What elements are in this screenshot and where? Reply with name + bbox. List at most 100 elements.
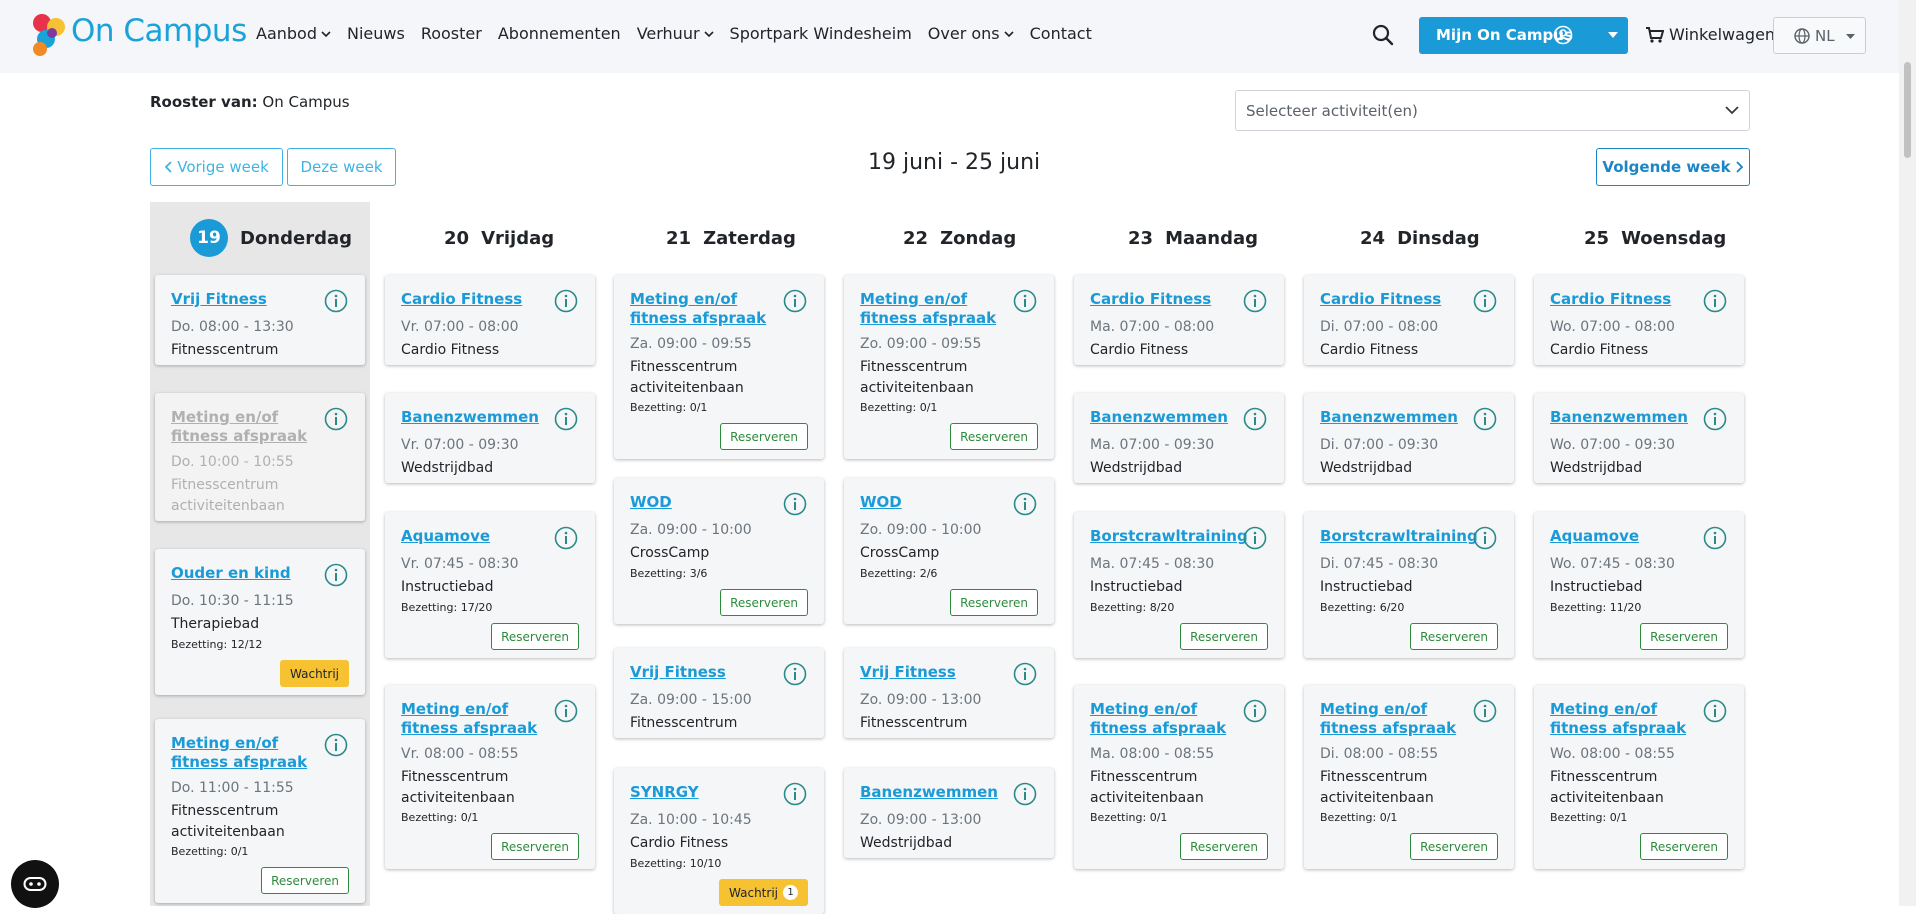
- info-icon[interactable]: [324, 563, 348, 587]
- activity-card[interactable]: Borstcrawltraining Ma. 07:45 - 08:30 Instr…: [1074, 512, 1284, 658]
- nav-item-sportpark-windesheim[interactable]: Sportpark Windesheim: [730, 24, 912, 43]
- waitlist-button[interactable]: Wachtrij: [280, 660, 349, 687]
- nav-item-contact[interactable]: Contact: [1030, 24, 1092, 43]
- language-select[interactable]: NL: [1773, 17, 1866, 54]
- this-week-button[interactable]: Deze week: [287, 148, 396, 186]
- activity-card[interactable]: Meting en/of fitness afspraak Vr. 08:00 -…: [385, 685, 595, 869]
- activity-card[interactable]: Meting en/of fitness afspraak Ma. 08:00 -…: [1074, 685, 1284, 869]
- info-icon[interactable]: [1703, 699, 1727, 723]
- info-icon[interactable]: [1243, 526, 1267, 550]
- activity-card[interactable]: Meting en/of fitness afspraak Di. 08:00 -…: [1304, 685, 1514, 869]
- activity-title-link[interactable]: Banenzwemmen: [1320, 408, 1470, 427]
- activity-card[interactable]: Vrij Fitness Do. 08:00 - 13:30 Fitnesscent…: [155, 275, 365, 365]
- activity-card[interactable]: Aquamove Vr. 07:45 - 08:30 Instructiebad Be…: [385, 512, 595, 658]
- next-week-button[interactable]: Volgende week: [1596, 148, 1750, 186]
- info-icon[interactable]: [1703, 289, 1727, 313]
- info-icon[interactable]: [554, 289, 578, 313]
- info-icon[interactable]: [783, 289, 807, 313]
- reserve-button[interactable]: Reserveren: [950, 423, 1038, 450]
- activity-card[interactable]: Meting en/of fitness afspraak Do. 10:00 -…: [155, 393, 365, 521]
- nav-item-verhuur[interactable]: Verhuur: [637, 24, 714, 43]
- info-icon[interactable]: [1013, 492, 1037, 516]
- activity-card[interactable]: WOD Za. 09:00 - 10:00 CrossCamp Bezetting: …: [614, 478, 824, 624]
- activity-card[interactable]: Meting en/of fitness afspraak Za. 09:00 -…: [614, 275, 824, 459]
- reserve-button[interactable]: Reserveren: [1640, 833, 1728, 860]
- activity-card[interactable]: Meting en/of fitness afspraak Do. 11:00 -…: [155, 719, 365, 903]
- chat-widget-button[interactable]: [11, 860, 59, 908]
- activity-title-link[interactable]: Meting en/of fitness afspraak: [171, 408, 321, 446]
- activity-title-link[interactable]: Cardio Fitness: [1090, 290, 1240, 309]
- activity-title-link[interactable]: Banenzwemmen: [1090, 408, 1240, 427]
- scrollbar-thumb[interactable]: [1904, 62, 1911, 158]
- info-icon[interactable]: [324, 407, 348, 431]
- activity-card[interactable]: Banenzwemmen Di. 07:00 - 09:30 Wedstrijdba…: [1304, 393, 1514, 483]
- activity-title-link[interactable]: WOD: [630, 493, 780, 512]
- reserve-button[interactable]: Reserveren: [950, 589, 1038, 616]
- info-icon[interactable]: [783, 662, 807, 686]
- activity-title-link[interactable]: SYNRGY: [630, 783, 780, 802]
- activity-card[interactable]: WOD Zo. 09:00 - 10:00 CrossCamp Bezetting: …: [844, 478, 1054, 624]
- reserve-button[interactable]: Reserveren: [1640, 623, 1728, 650]
- activity-title-link[interactable]: Borstcrawltraining: [1320, 527, 1478, 546]
- nav-item-abonnementen[interactable]: Abonnementen: [498, 24, 621, 43]
- previous-week-button[interactable]: Vorige week: [150, 148, 283, 186]
- activity-title-link[interactable]: Cardio Fitness: [1550, 290, 1700, 309]
- reserve-button[interactable]: Reserveren: [261, 867, 349, 894]
- activity-title-link[interactable]: Meting en/of fitness afspraak: [630, 290, 780, 328]
- chevron-down-icon[interactable]: [1608, 32, 1618, 38]
- activity-title-link[interactable]: Vrij Fitness: [171, 290, 321, 309]
- activity-title-link[interactable]: Banenzwemmen: [1550, 408, 1700, 427]
- activity-title-link[interactable]: Vrij Fitness: [860, 663, 1010, 682]
- activity-title-link[interactable]: Meting en/of fitness afspraak: [1320, 700, 1470, 738]
- activity-card[interactable]: Banenzwemmen Wo. 07:00 - 09:30 Wedstrijdba…: [1534, 393, 1744, 483]
- activity-title-link[interactable]: Aquamove: [401, 527, 551, 546]
- reserve-button[interactable]: Reserveren: [1410, 623, 1498, 650]
- info-icon[interactable]: [1473, 699, 1497, 723]
- reserve-button[interactable]: Reserveren: [1180, 833, 1268, 860]
- info-icon[interactable]: [324, 289, 348, 313]
- activity-card[interactable]: Meting en/of fitness afspraak Wo. 08:00 -…: [1534, 685, 1744, 869]
- info-icon[interactable]: [554, 699, 578, 723]
- info-icon[interactable]: [1013, 289, 1037, 313]
- info-icon[interactable]: [1703, 407, 1727, 431]
- reserve-button[interactable]: Reserveren: [491, 833, 579, 860]
- info-icon[interactable]: [1473, 289, 1497, 313]
- activity-title-link[interactable]: Vrij Fitness: [630, 663, 780, 682]
- activity-card[interactable]: Cardio Fitness Vr. 07:00 - 08:00 Cardio Fi…: [385, 275, 595, 365]
- activity-title-link[interactable]: Meting en/of fitness afspraak: [1550, 700, 1700, 738]
- info-icon[interactable]: [1243, 289, 1267, 313]
- info-icon[interactable]: [1243, 407, 1267, 431]
- activity-title-link[interactable]: WOD: [860, 493, 1010, 512]
- activity-card[interactable]: Vrij Fitness Zo. 09:00 - 13:00 Fitnesscent…: [844, 648, 1054, 738]
- activity-card[interactable]: Banenzwemmen Vr. 07:00 - 09:30 Wedstrijdba…: [385, 393, 595, 483]
- activity-title-link[interactable]: Meting en/of fitness afspraak: [171, 734, 321, 772]
- search-icon[interactable]: [1372, 24, 1394, 46]
- nav-item-nieuws[interactable]: Nieuws: [347, 24, 405, 43]
- reserve-button[interactable]: Reserveren: [1180, 623, 1268, 650]
- activity-title-link[interactable]: Aquamove: [1550, 527, 1700, 546]
- info-icon[interactable]: [1013, 662, 1037, 686]
- nav-item-rooster[interactable]: Rooster: [421, 24, 482, 43]
- info-icon[interactable]: [1473, 407, 1497, 431]
- activity-title-link[interactable]: Banenzwemmen: [860, 783, 1010, 802]
- page-scrollbar[interactable]: [1899, 0, 1916, 906]
- reserve-button[interactable]: Reserveren: [491, 623, 579, 650]
- activity-card[interactable]: Ouder en kind Do. 10:30 - 11:15 Therapieba…: [155, 549, 365, 695]
- on-campus-logo[interactable]: On Campus: [30, 11, 247, 61]
- waitlist-button[interactable]: Wachtrij 1: [719, 879, 808, 906]
- activity-card[interactable]: Vrij Fitness Za. 09:00 - 15:00 Fitnesscent…: [614, 648, 824, 738]
- mijn-on-campus-button[interactable]: Mijn On Campus: [1419, 17, 1628, 54]
- info-icon[interactable]: [1473, 526, 1497, 550]
- activity-title-link[interactable]: Cardio Fitness: [401, 290, 551, 309]
- activity-card[interactable]: Borstcrawltraining Di. 07:45 - 08:30 Instr…: [1304, 512, 1514, 658]
- info-icon[interactable]: [554, 407, 578, 431]
- activity-title-link[interactable]: Meting en/of fitness afspraak: [1090, 700, 1240, 738]
- activity-card[interactable]: Aquamove Wo. 07:45 - 08:30 Instructiebad Be…: [1534, 512, 1744, 658]
- info-icon[interactable]: [554, 526, 578, 550]
- nav-item-over-ons[interactable]: Over ons: [928, 24, 1014, 43]
- info-icon[interactable]: [783, 492, 807, 516]
- info-icon[interactable]: [324, 733, 348, 757]
- reserve-button[interactable]: Reserveren: [1410, 833, 1498, 860]
- activity-title-link[interactable]: Banenzwemmen: [401, 408, 551, 427]
- activity-card[interactable]: SYNRGY Za. 10:00 - 10:45 Cardio Fitness Bez…: [614, 768, 824, 914]
